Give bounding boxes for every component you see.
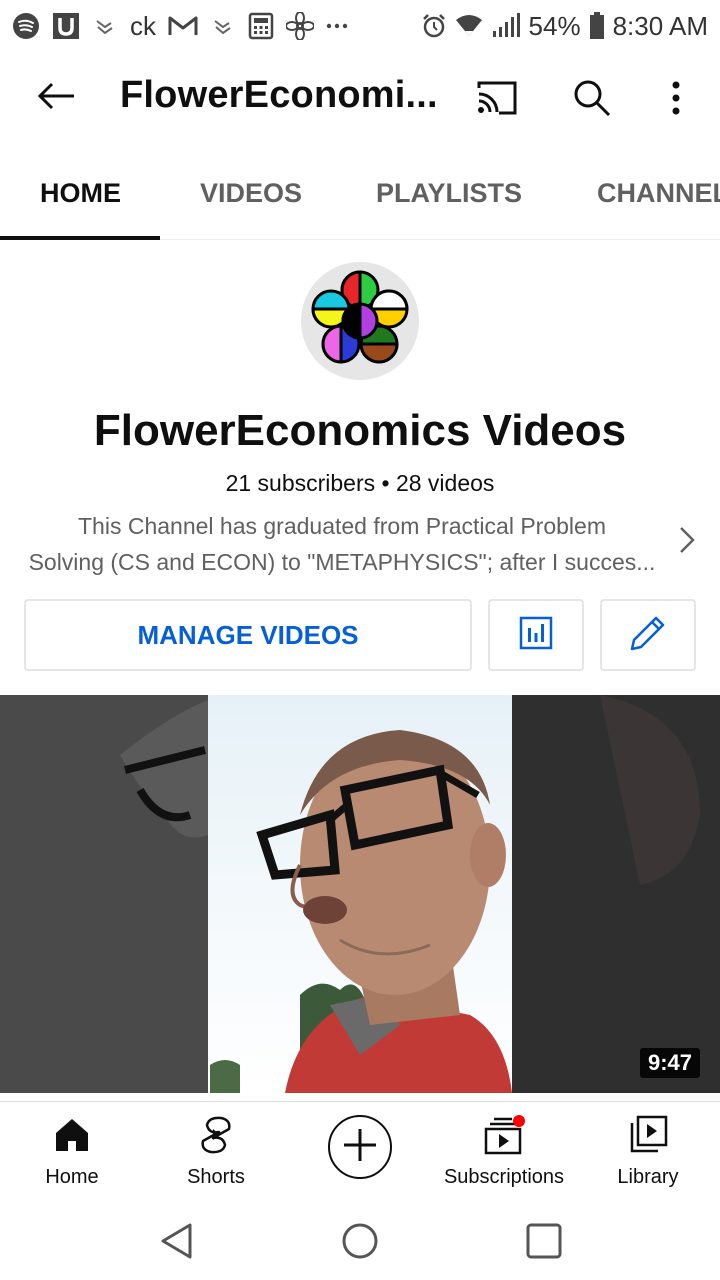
tab-channels[interactable]: CHANNEL [597, 178, 720, 209]
chevron-right-icon[interactable] [672, 522, 702, 558]
wifi-icon [455, 11, 483, 41]
search-icon[interactable] [568, 74, 616, 122]
u-app-icon [52, 11, 80, 41]
system-navigation [0, 1201, 720, 1280]
analytics-button[interactable] [488, 599, 584, 671]
app-bar: FlowerEconomi... [0, 52, 720, 140]
edit-channel-button[interactable] [600, 599, 696, 671]
spotify-icon [12, 11, 40, 41]
nav-subscriptions-label: Subscriptions [443, 1166, 565, 1188]
more-vert-icon[interactable] [656, 74, 696, 122]
status-time: 8:30 AM [612, 10, 708, 41]
nav-subscriptions[interactable]: Subscriptions [434, 1110, 574, 1198]
active-tab-indicator [0, 236, 160, 240]
shorts-icon [199, 1110, 233, 1160]
home-icon [54, 1110, 90, 1160]
nav-home[interactable]: Home [2, 1110, 142, 1198]
hands-icon [210, 11, 236, 41]
battery-percent: 54% [528, 10, 581, 41]
channel-name: FlowerEconomics Videos [93, 406, 627, 455]
cast-icon[interactable] [472, 76, 520, 120]
battery-icon [589, 11, 605, 41]
description-line-1: This Channel has graduated from Practica… [78, 513, 606, 539]
library-icon [628, 1110, 668, 1160]
create-button[interactable] [328, 1115, 392, 1179]
back-arrow-icon[interactable] [32, 74, 80, 118]
video-thumbnail[interactable] [0, 695, 720, 1093]
signal-icon [491, 11, 521, 41]
plus-icon [342, 1127, 378, 1168]
nav-shorts-label: Shorts [187, 1166, 245, 1188]
alarm-icon [421, 11, 447, 41]
fan-icon [286, 11, 314, 41]
channel-avatar[interactable] [301, 262, 419, 380]
channel-stats: 21 subscribers • 28 videos [225, 470, 495, 496]
home-circle-icon[interactable] [338, 1219, 382, 1263]
app-title: FlowerEconomi... [120, 74, 438, 116]
hands-icon [92, 11, 118, 41]
back-triangle-icon[interactable] [154, 1219, 198, 1263]
channel-tabs: HOME VIDEOS PLAYLISTS CHANNEL [0, 140, 720, 240]
status-bar: ck 54% 8:30 AM [0, 0, 720, 52]
video-duration-badge: 9:47 [640, 1048, 701, 1078]
pencil-icon [628, 613, 668, 658]
calculator-icon [248, 11, 274, 41]
status-text-ck: ck [130, 10, 156, 41]
gmail-icon [168, 11, 198, 41]
nav-home-label: Home [45, 1166, 99, 1188]
tab-playlists[interactable]: PLAYLISTS [376, 178, 522, 209]
nav-library[interactable]: Library [578, 1110, 718, 1198]
nav-shorts[interactable]: Shorts [146, 1110, 286, 1198]
description-line-2: Solving (CS and ECON) to "METAPHYSICS"; … [28, 549, 656, 575]
subscriptions-icon [482, 1110, 526, 1160]
more-dots-icon [326, 11, 348, 41]
tab-home[interactable]: HOME [40, 178, 121, 209]
nav-library-label: Library [617, 1166, 679, 1188]
tab-videos[interactable]: VIDEOS [200, 178, 302, 209]
manage-videos-button[interactable]: MANAGE VIDEOS [24, 599, 472, 671]
analytics-icon [519, 616, 553, 655]
channel-description[interactable]: This Channel has graduated from Practica… [24, 508, 660, 580]
recents-square-icon[interactable] [522, 1219, 566, 1263]
